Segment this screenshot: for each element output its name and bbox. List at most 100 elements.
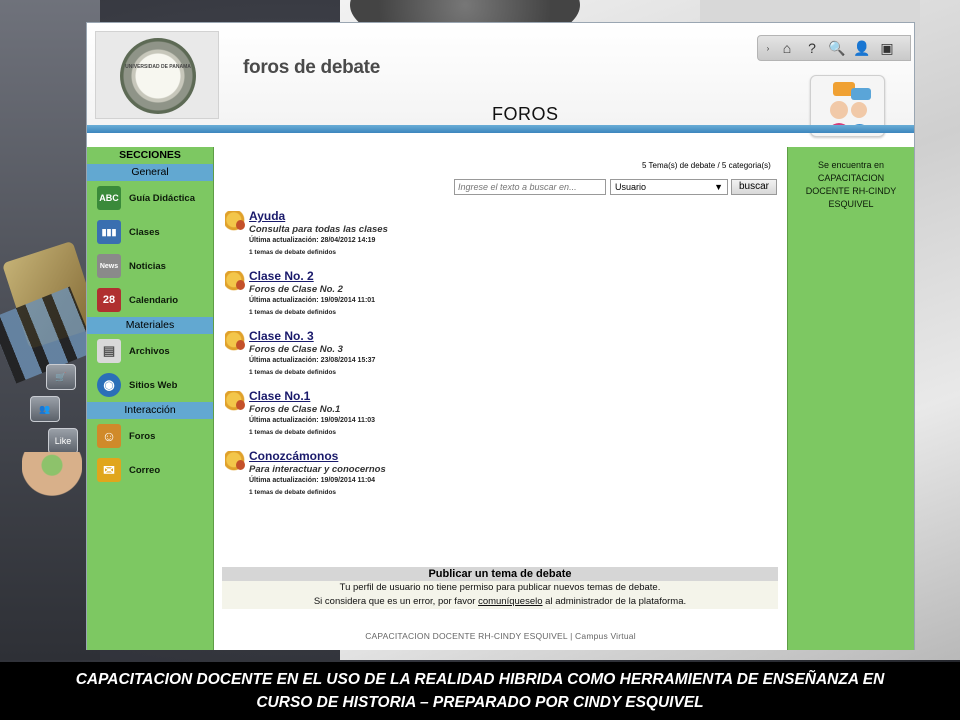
caption-line-1: CAPACITACION DOCENTE EN EL USO DE LA REA… bbox=[75, 671, 885, 688]
forum-last-update: Última actualización: 23/08/2014 15:37 bbox=[249, 357, 376, 364]
sidebar-item-label: Archivos bbox=[129, 345, 170, 357]
location-line: ESQUIVEL bbox=[828, 199, 874, 209]
contact-message: Si considera que es un error, por favor … bbox=[222, 595, 778, 609]
contact-admin-link[interactable]: comuníqueselo bbox=[478, 596, 542, 607]
sections-sidebar: SECCIONES General ABC Guía Didáctica ▮▮▮… bbox=[87, 147, 214, 650]
documents-icon: ▤ bbox=[97, 339, 121, 363]
forum-icon bbox=[225, 271, 247, 293]
forum-icon bbox=[225, 391, 247, 413]
sidebar-item-noticias[interactable]: News Noticias bbox=[87, 249, 213, 283]
forum-link[interactable]: Clase No. 3 bbox=[249, 329, 314, 343]
permission-message: Tu perfil de usuario no tiene permiso pa… bbox=[339, 582, 661, 593]
caption-line-2: CURSO DE HISTORIA – PREPARADO POR CINDY … bbox=[256, 694, 704, 711]
forum-icon bbox=[225, 451, 247, 473]
header: UNIVERSIDAD DE PANAMA foros de debate FO… bbox=[87, 23, 914, 137]
toolbar: › ⌂ ? 🔍 👤 ▣ bbox=[757, 35, 911, 61]
forum-description: Consulta para todas las clases bbox=[249, 224, 388, 235]
search-icon[interactable]: 🔍 bbox=[827, 38, 847, 58]
select-value: Usuario bbox=[615, 182, 647, 192]
home-icon[interactable]: ⌂ bbox=[777, 38, 797, 58]
forum-last-update: Última actualización: 28/04/2012 14:19 bbox=[249, 237, 376, 244]
slide-caption: CAPACITACION DOCENTE EN EL USO DE LA REA… bbox=[0, 662, 960, 720]
envelope-icon: ✉ bbox=[97, 458, 121, 482]
sidebar-item-label: Clases bbox=[129, 226, 160, 238]
sidebar-item-label: Sitios Web bbox=[129, 379, 178, 391]
plant-hand-decoration bbox=[22, 452, 82, 496]
profile-card-icon[interactable]: ▣ bbox=[877, 38, 897, 58]
sidebar-item-calendario[interactable]: 28 Calendario bbox=[87, 283, 213, 317]
news-icon: News bbox=[97, 254, 121, 278]
forum-item: Clase No. 2 Foros de Clase No. 2 Última … bbox=[225, 269, 525, 321]
cart-tile-icon: 🛒 bbox=[46, 364, 76, 390]
logo-text: UNIVERSIDAD DE PANAMA bbox=[125, 64, 191, 70]
forum-description: Foros de Clase No. 3 bbox=[249, 344, 343, 355]
forum-link[interactable]: Conozcámonos bbox=[249, 449, 338, 463]
forum-description: Para interactuar y conocernos bbox=[249, 464, 386, 475]
sidebar-item-label: Guía Didáctica bbox=[129, 192, 195, 204]
app-title: foros de debate bbox=[243, 57, 380, 78]
search-button[interactable]: buscar bbox=[731, 179, 777, 195]
help-icon[interactable]: ? bbox=[802, 38, 822, 58]
forum-topic-count: 1 temas de debate definidos bbox=[249, 249, 337, 256]
sidebar-title: SECCIONES bbox=[87, 147, 213, 164]
forum-topic-count: 1 temas de debate definidos bbox=[249, 489, 337, 496]
section-materiales: Materiales bbox=[87, 317, 213, 334]
forum-item: Clase No. 3 Foros de Clase No. 3 Última … bbox=[225, 329, 525, 381]
forum-users-icon: ☺ bbox=[97, 424, 121, 448]
contact-message-post: al administrador de la plataforma. bbox=[542, 596, 687, 607]
sidebar-item-label: Noticias bbox=[129, 260, 166, 272]
location-panel: Se encuentra en CAPACITACION DOCENTE RH-… bbox=[787, 147, 914, 650]
publish-topic-title: Publicar un tema de debate bbox=[222, 567, 778, 581]
publish-topic-message: Tu perfil de usuario no tiene permiso pa… bbox=[222, 581, 778, 609]
forum-description: Foros de Clase No. 2 bbox=[249, 284, 343, 295]
forum-item: Ayuda Consulta para todas las clases Últ… bbox=[225, 209, 525, 261]
search-scope-select[interactable]: Usuario ▼ bbox=[610, 179, 728, 195]
sidebar-item-clases[interactable]: ▮▮▮ Clases bbox=[87, 215, 213, 249]
page-title: FOROS bbox=[492, 104, 559, 124]
abc-book-icon: ABC bbox=[97, 186, 121, 210]
sidebar-item-label: Foros bbox=[129, 430, 156, 442]
binders-icon: ▮▮▮ bbox=[97, 220, 121, 244]
sidebar-item-foros[interactable]: ☺ Foros bbox=[87, 419, 213, 453]
forum-topic-count: 1 temas de debate definidos bbox=[249, 309, 337, 316]
section-general: General bbox=[87, 164, 213, 181]
user-icon[interactable]: 👤 bbox=[852, 38, 872, 58]
chevron-right-icon[interactable]: › bbox=[764, 38, 772, 58]
forums-main: 5 Tema(s) de debate / 5 categoria(s) Usu… bbox=[214, 147, 787, 650]
university-seal-logo: UNIVERSIDAD DE PANAMA bbox=[120, 38, 196, 114]
forum-link[interactable]: Ayuda bbox=[249, 209, 285, 223]
forum-topic-count: 1 temas de debate definidos bbox=[249, 369, 337, 376]
dropdown-arrow-icon: ▼ bbox=[714, 182, 723, 192]
sidebar-item-correo[interactable]: ✉ Correo bbox=[87, 453, 213, 487]
forum-item: Clase No.1 Foros de Clase No.1 Última ac… bbox=[225, 389, 525, 441]
location-line: DOCENTE RH-CINDY bbox=[805, 186, 897, 196]
people-tile-icon: 👥 bbox=[30, 396, 60, 422]
globe-icon: ◉ bbox=[97, 373, 121, 397]
forum-icon bbox=[225, 331, 247, 353]
calendar-icon: 28 bbox=[97, 288, 121, 312]
sidebar-item-label: Calendario bbox=[129, 294, 179, 306]
location-line: Se encuentra en bbox=[817, 160, 885, 170]
lms-window: UNIVERSIDAD DE PANAMA foros de debate FO… bbox=[86, 22, 915, 650]
sidebar-item-sitios-web[interactable]: ◉ Sitios Web bbox=[87, 368, 213, 402]
forum-icon bbox=[225, 211, 247, 233]
section-interaccion: Interacción bbox=[87, 402, 213, 419]
sidebar-item-archivos[interactable]: ▤ Archivos bbox=[87, 334, 213, 368]
forum-item: Conozcámonos Para interactuar y conocern… bbox=[225, 449, 525, 501]
forum-topic-count: 1 temas de debate definidos bbox=[249, 429, 337, 436]
forum-description: Foros de Clase No.1 bbox=[249, 404, 341, 415]
forum-link[interactable]: Clase No.1 bbox=[249, 389, 310, 403]
contact-message-pre: Si considera que es un error, por favor bbox=[313, 596, 479, 607]
sidebar-item-guia-didactica[interactable]: ABC Guía Didáctica bbox=[87, 181, 213, 215]
like-tile-icon: Like bbox=[48, 428, 78, 454]
forum-link[interactable]: Clase No. 2 bbox=[249, 269, 314, 283]
location-text: Se encuentra en CAPACITACION DOCENTE RH-… bbox=[788, 159, 914, 211]
logo-box: UNIVERSIDAD DE PANAMA bbox=[95, 31, 219, 119]
search-input[interactable] bbox=[454, 179, 606, 195]
sidebar-item-label: Correo bbox=[129, 464, 161, 476]
forum-last-update: Última actualización: 19/09/2014 11:04 bbox=[249, 477, 376, 484]
footer-text: CAPACITACION DOCENTE RH-CINDY ESQUIVEL |… bbox=[365, 631, 636, 641]
location-line: CAPACITACION bbox=[817, 173, 885, 183]
forum-last-update: Última actualización: 19/09/2014 11:01 bbox=[249, 297, 376, 304]
forum-last-update: Última actualización: 19/09/2014 11:03 bbox=[249, 417, 376, 424]
